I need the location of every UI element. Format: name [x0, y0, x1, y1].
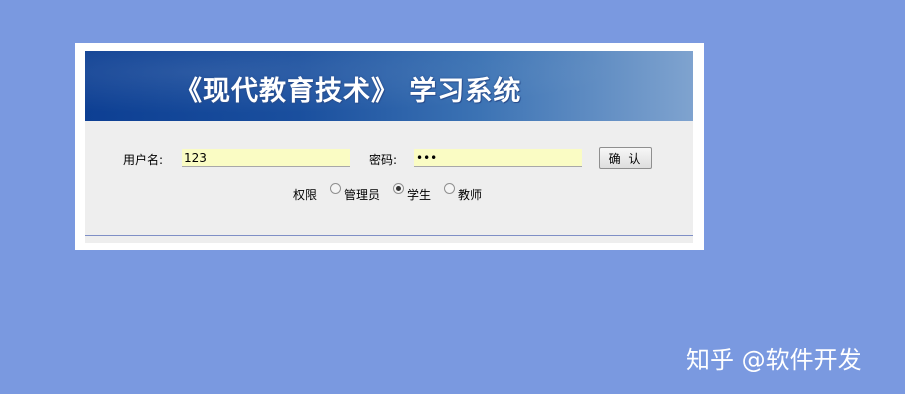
- role-radio-student[interactable]: [393, 183, 404, 194]
- login-form: 用户名: 密码: 确 认 权限 管理员 学生 教师: [85, 121, 693, 243]
- system-title: 《现代教育技术》 学习系统: [175, 76, 522, 107]
- watermark-text: 知乎 @软件开发: [686, 346, 862, 374]
- role-label: 权限: [293, 188, 318, 202]
- password-input[interactable]: [414, 149, 582, 167]
- role-option-admin-label: 管理员: [344, 188, 381, 202]
- password-label: 密码:: [369, 153, 398, 167]
- role-radio-teacher[interactable]: [444, 183, 455, 194]
- role-option-student-label: 学生: [407, 188, 432, 202]
- confirm-button[interactable]: 确 认: [599, 147, 652, 169]
- role-option-teacher-label: 教师: [458, 188, 483, 202]
- role-radio-admin[interactable]: [330, 183, 341, 194]
- form-divider: [85, 235, 693, 236]
- username-label: 用户名:: [123, 153, 164, 167]
- username-input[interactable]: [182, 149, 350, 167]
- header-banner: 《现代教育技术》 学习系统: [85, 51, 693, 121]
- login-panel: 《现代教育技术》 学习系统 用户名: 密码: 确 认 权限 管理员 学生 教师: [75, 43, 704, 250]
